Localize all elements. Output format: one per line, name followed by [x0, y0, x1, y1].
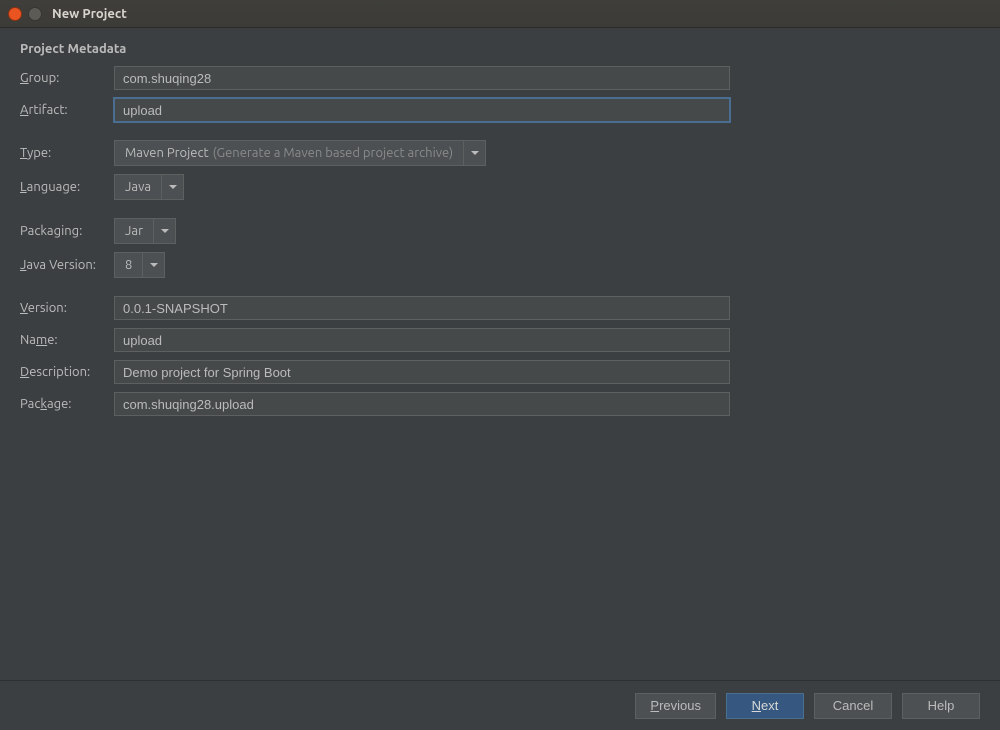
cancel-button[interactable]: Cancel: [814, 693, 892, 719]
packaging-label: Packaging:: [20, 224, 114, 238]
java-version-combo[interactable]: 8: [114, 252, 165, 278]
description-input[interactable]: [114, 360, 730, 384]
close-icon[interactable]: [8, 7, 22, 21]
next-button[interactable]: Next: [726, 693, 804, 719]
artifact-input[interactable]: [114, 98, 730, 122]
chevron-down-icon: [169, 185, 177, 189]
description-label: Description:: [20, 365, 114, 379]
name-input[interactable]: [114, 328, 730, 352]
language-value: Java: [125, 180, 151, 194]
window-controls: [8, 7, 42, 21]
java-version-combo-arrow[interactable]: [143, 252, 165, 278]
packaging-combo-arrow[interactable]: [154, 218, 176, 244]
packaging-combo[interactable]: Jar: [114, 218, 176, 244]
chevron-down-icon: [161, 229, 169, 233]
language-label: Language:: [20, 180, 114, 194]
section-title: Project Metadata: [20, 42, 980, 56]
group-input[interactable]: [114, 66, 730, 90]
name-label: Name:: [20, 333, 114, 347]
packaging-value: Jar: [125, 224, 143, 238]
window-title: New Project: [52, 7, 127, 21]
previous-button[interactable]: Previous: [635, 693, 716, 719]
type-combo-arrow[interactable]: [464, 140, 486, 166]
group-label: Group:: [20, 71, 114, 85]
language-combo[interactable]: Java: [114, 174, 184, 200]
minimize-icon[interactable]: [28, 7, 42, 21]
java-version-label: Java Version:: [20, 258, 114, 272]
type-combo[interactable]: Maven Project (Generate a Maven based pro…: [114, 140, 486, 166]
dialog-content: Project Metadata Group: Artifact: Type: …: [0, 28, 1000, 680]
type-hint: (Generate a Maven based project archive): [213, 146, 453, 160]
package-input[interactable]: [114, 392, 730, 416]
artifact-label: Artifact:: [20, 103, 114, 117]
chevron-down-icon: [150, 263, 158, 267]
titlebar: New Project: [0, 0, 1000, 28]
type-label: Type:: [20, 146, 114, 160]
type-value: Maven Project: [125, 146, 209, 160]
java-version-value: 8: [125, 258, 132, 272]
version-input[interactable]: [114, 296, 730, 320]
package-label: Package:: [20, 397, 114, 411]
chevron-down-icon: [471, 151, 479, 155]
button-bar: Previous Next Cancel Help: [0, 680, 1000, 730]
version-label: Version:: [20, 301, 114, 315]
language-combo-arrow[interactable]: [162, 174, 184, 200]
help-button[interactable]: Help: [902, 693, 980, 719]
